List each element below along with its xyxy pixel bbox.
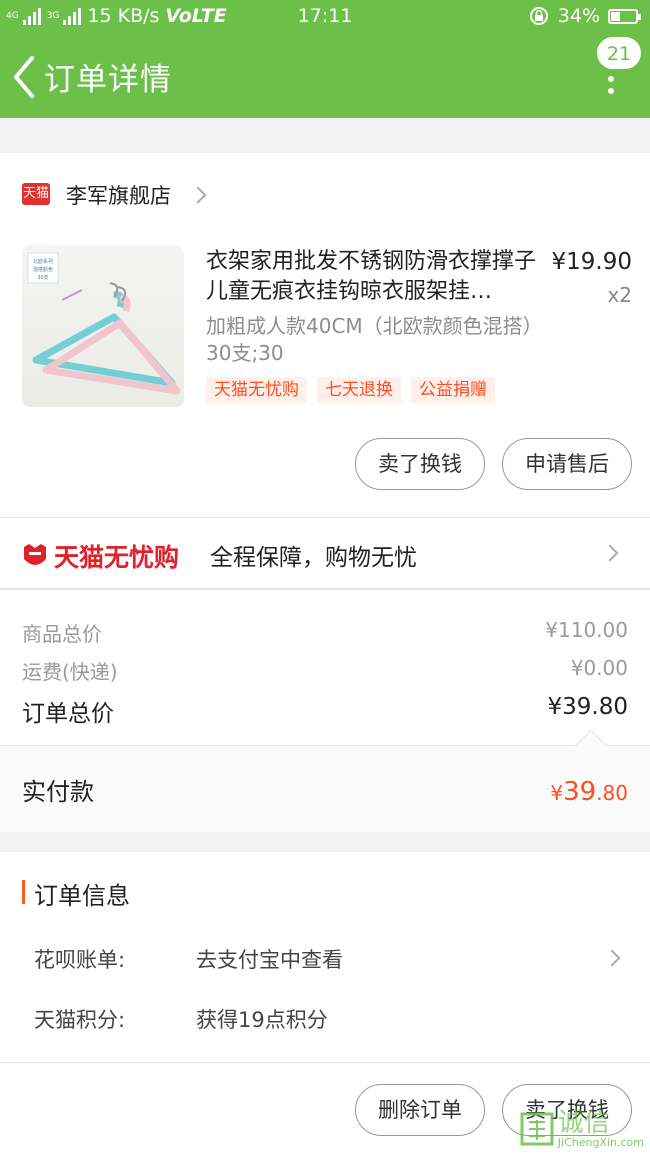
huabei-value: 去支付宝中查看 (196, 948, 343, 972)
watermark-cn: 诚信 (557, 1108, 610, 1138)
rotation-lock-icon (529, 7, 548, 25)
product-price: ¥19.90 (551, 249, 632, 275)
assurance-row[interactable]: 天猫无忧购 全程保障，购物无忧 (0, 517, 650, 587)
battery-icon (608, 8, 641, 24)
chevron-right-icon[interactable] (603, 949, 621, 967)
app-header: 订单详情 21 (0, 34, 650, 118)
order-total-label: 订单总价 (22, 701, 114, 727)
svg-text:混搭颜色: 混搭颜色 (33, 266, 53, 273)
section-title: 订单信息 (34, 882, 130, 910)
service-tags: 天猫无忧购 七天退换 公益捐赠 (206, 377, 495, 403)
points-label: 天猫积分: (34, 1008, 126, 1032)
after-sale-button[interactable]: 申请售后 (502, 438, 632, 490)
svg-text:北欧系列: 北欧系列 (33, 258, 53, 265)
section-accent-bar (22, 880, 25, 904)
wuyou-logo: 天猫无忧购 (22, 538, 179, 574)
tmall-cat-icon (24, 544, 46, 565)
delete-order-button[interactable]: 删除订单 (355, 1084, 485, 1136)
shipping-label: 运费(快递) (22, 660, 118, 684)
chevron-right-icon[interactable] (189, 186, 207, 204)
points-row: 天猫积分: 获得19点积分 (0, 992, 650, 1044)
product-spec: 加粗成人款40CM（北欧款颜色混搭）30支;30 (206, 314, 533, 365)
assurance-text: 全程保障，购物无忧 (210, 545, 417, 571)
order-item-card: 天猫 李军旗舰店 北欧系列 混搭颜色 30支 衣架家用批发不锈钢防滑衣撑撑子儿童… (0, 153, 650, 588)
paid-label: 实付款 (22, 778, 94, 806)
huabei-row[interactable]: 花呗账单: 去支付宝中查看 (0, 932, 650, 984)
svg-text:30支: 30支 (37, 274, 48, 281)
points-value: 获得19点积分 (196, 1008, 328, 1032)
watermark-en: JiChengXin.com (557, 1136, 644, 1149)
tag-return: 七天退换 (317, 377, 401, 403)
battery-percent: 34% (557, 5, 600, 27)
shop-name[interactable]: 李军旗舰店 (66, 180, 171, 210)
goods-total-value: ¥110.00 (545, 618, 628, 642)
status-bar: 4G 3G 15 KB/s VoLTE 17:11 34% (0, 0, 650, 34)
order-total-value: ¥39.80 (547, 694, 628, 720)
chevron-right-icon[interactable] (601, 544, 619, 562)
goods-total-label: 商品总价 (22, 622, 102, 646)
tag-wuyou: 天猫无忧购 (206, 377, 307, 403)
product-thumbnail[interactable]: 北欧系列 混搭颜色 30支 (22, 245, 184, 407)
sell-button[interactable]: 卖了换钱 (355, 438, 485, 490)
shipping-value: ¥0.00 (570, 656, 628, 680)
price-summary: 商品总价 ¥110.00 运费(快递) ¥0.00 订单总价 ¥39.80 实付… (0, 588, 650, 832)
watermark-logo-icon (520, 1112, 554, 1146)
hanger-image: 北欧系列 混搭颜色 30支 (27, 252, 181, 395)
product-name[interactable]: 衣架家用批发不锈钢防滑衣撑撑子儿童无痕衣挂钩晾衣服架挂… (206, 247, 536, 307)
watermark: 诚信 JiChengXin.com (520, 1109, 644, 1149)
back-arrow-icon[interactable] (8, 52, 44, 102)
order-info-section: 订单信息 花呗账单: 去支付宝中查看 天猫积分: 获得19点积分 (0, 852, 650, 1062)
paid-value: ¥39.80 (550, 777, 628, 807)
wuyou-logo-text: 天猫无忧购 (54, 543, 180, 572)
product-quantity: x2 (607, 283, 632, 307)
bottom-action-bar: 删除订单 卖了换钱 诚信 JiChengXin.com (0, 1062, 650, 1155)
page-title: 订单详情 (44, 62, 172, 98)
tag-charity: 公益捐赠 (411, 377, 495, 403)
tmall-logo-icon: 天猫 (22, 183, 50, 205)
paid-amount-row: 实付款 ¥39.80 (0, 729, 650, 832)
message-count-badge[interactable]: 21 (596, 36, 642, 70)
huabei-label: 花呗账单: (34, 948, 126, 972)
